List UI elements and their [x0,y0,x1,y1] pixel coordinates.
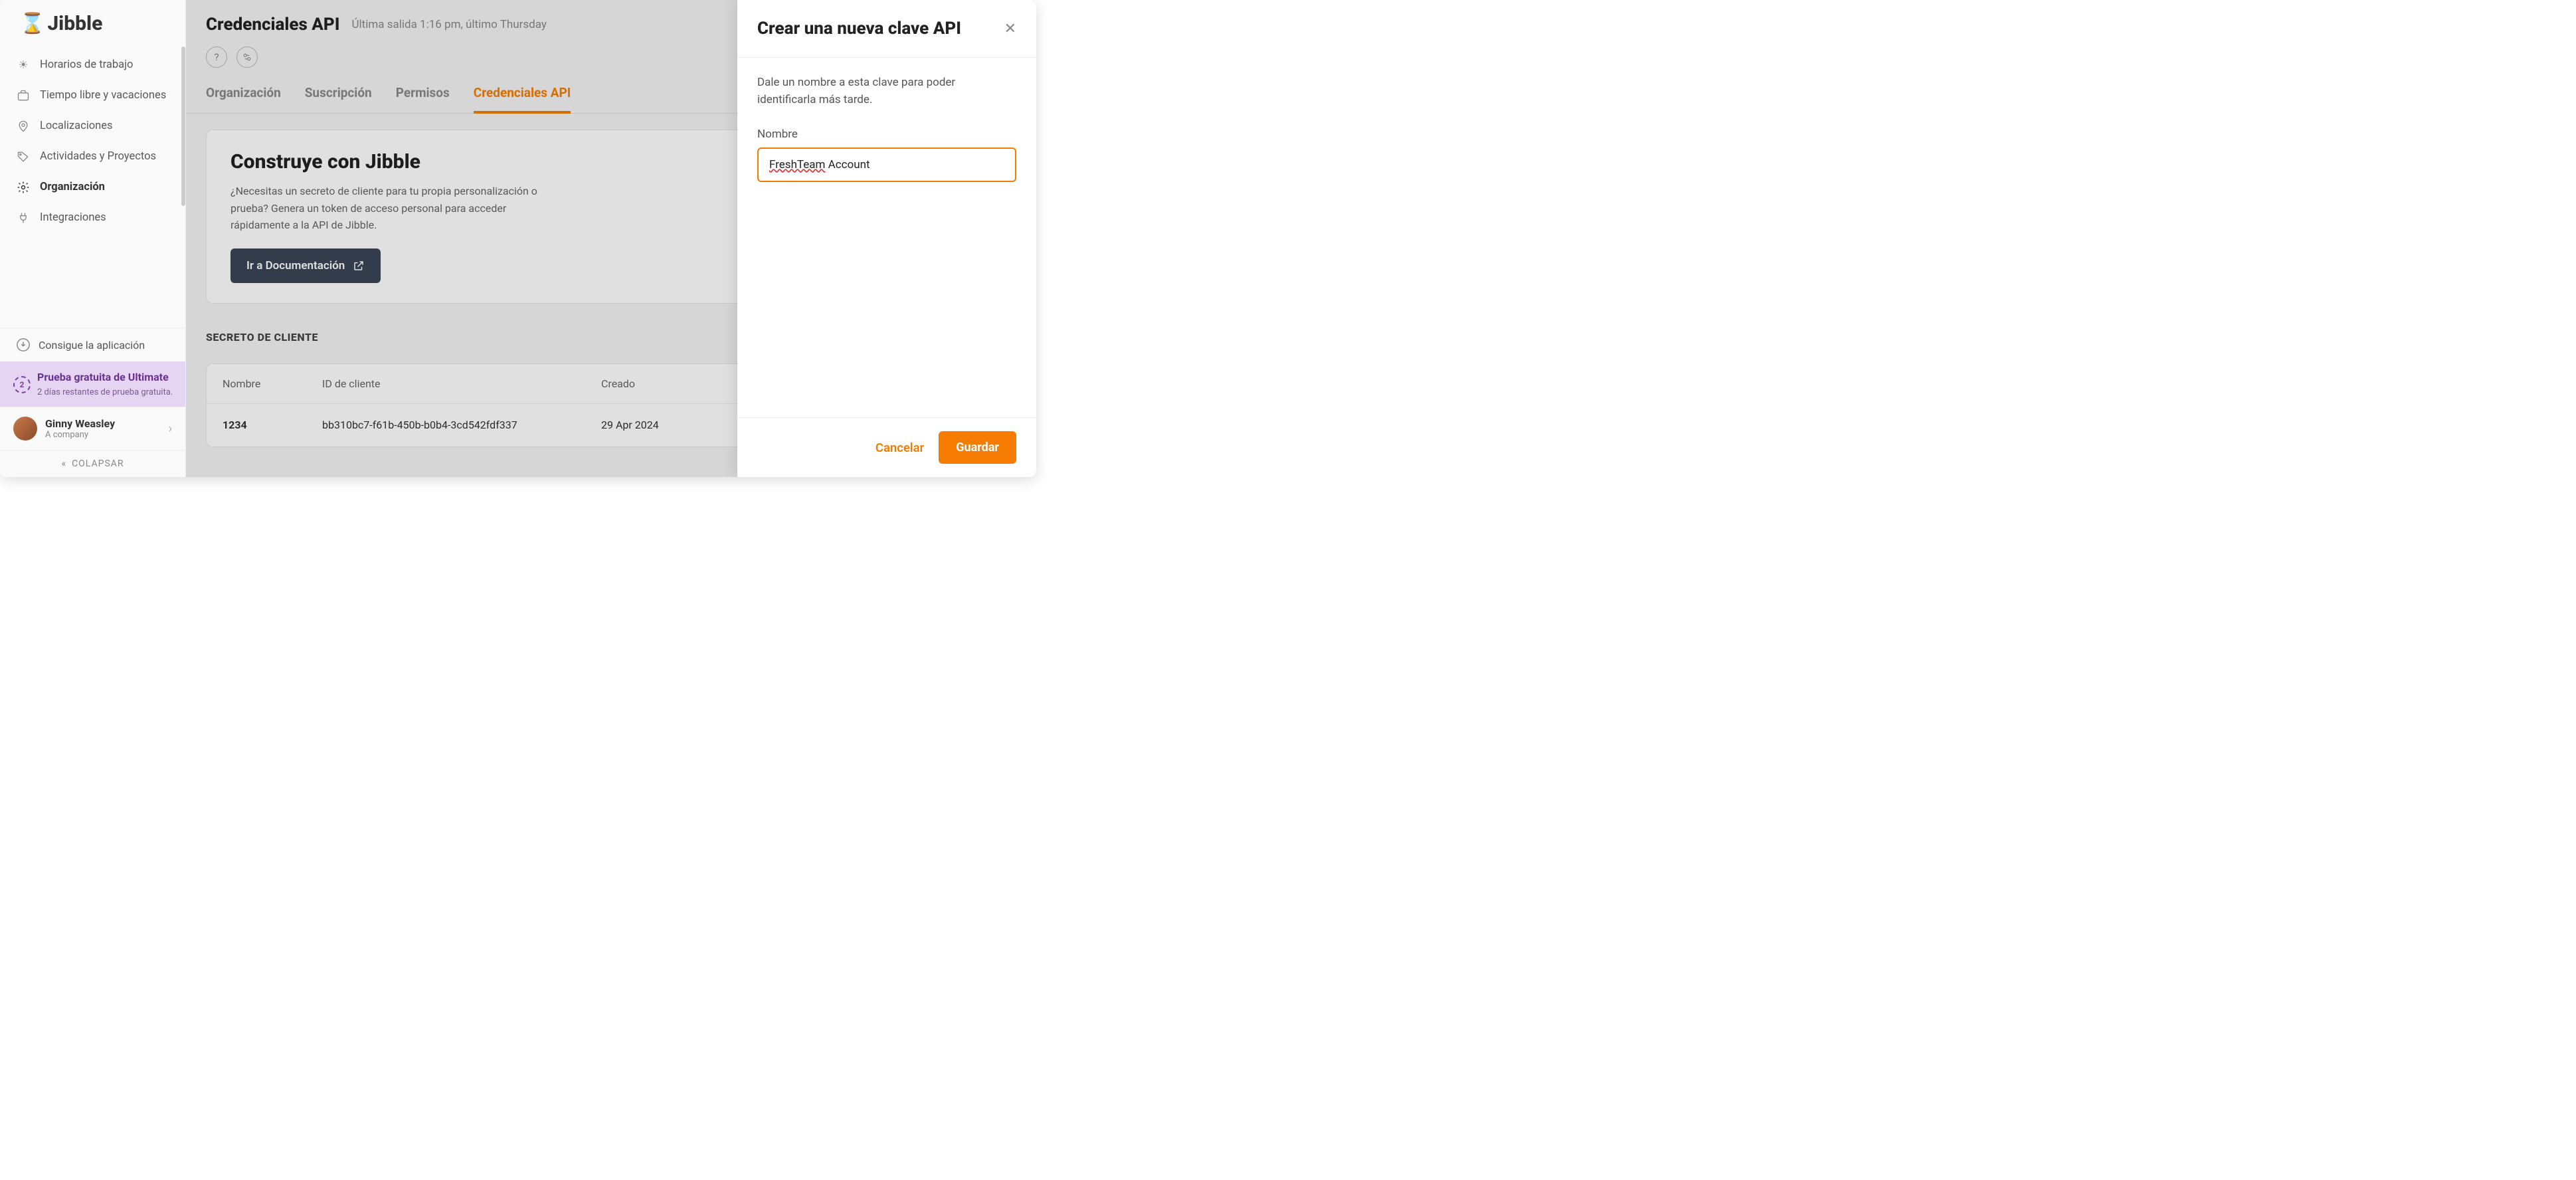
trial-title: Prueba gratuita de Ultimate [37,371,173,385]
name-input[interactable]: FreshTeam Account [757,148,1016,182]
panel-description: Dale un nombre a esta clave para poder i… [757,74,1016,109]
save-button[interactable]: Guardar [939,431,1016,464]
get-app-label: Consigue la aplicación [39,339,145,351]
collapse-label: COLAPSAR [72,458,124,469]
sidebar-item-activities[interactable]: Actividades y Proyectos [0,142,185,172]
sidebar-item-locations[interactable]: Localizaciones [0,111,185,142]
create-api-key-panel: Crear una nueva clave API ✕ Dale un nomb… [737,0,1036,477]
chevron-double-left-icon: « [61,458,66,469]
chevron-right-icon: › [169,422,172,436]
collapse-sidebar[interactable]: « COLAPSAR [0,450,185,477]
panel-title: Crear una nueva clave API [757,19,961,39]
scrollbar-thumb[interactable] [181,47,185,206]
sidebar-item-integrations[interactable]: Integraciones [0,203,185,233]
trial-banner[interactable]: 2 Prueba gratuita de Ultimate 2 días res… [0,361,185,407]
brand-name: Jibble [47,12,102,35]
download-icon [16,338,31,352]
user-name: Ginny Weasley [45,417,161,430]
sidebar-item-work-schedules[interactable]: ☀ Horarios de trabajo [0,50,185,80]
avatar [13,417,37,441]
cancel-button[interactable]: Cancelar [875,441,924,455]
sidebar-nav: ☀ Horarios de trabajo Tiempo libre y vac… [0,47,185,328]
logo[interactable]: ⌛Jibble [0,0,185,47]
close-icon[interactable]: ✕ [1004,21,1016,37]
name-field-label: Nombre [757,128,1016,141]
briefcase-icon [16,88,31,103]
logo-icon: ⌛ [20,12,45,35]
plug-icon [16,211,31,225]
trial-days-badge: 2 [13,376,31,393]
sidebar: ⌛Jibble ☀ Horarios de trabajo Tiempo lib… [0,0,186,477]
sidebar-item-organization[interactable]: Organización [0,172,185,203]
tag-icon [16,149,31,164]
user-menu[interactable]: Ginny Weasley A company › [0,407,185,450]
trial-subtitle: 2 días restantes de prueba gratuita. [37,387,173,397]
pin-icon [16,119,31,134]
user-company: A company [45,430,161,440]
sidebar-item-time-off[interactable]: Tiempo libre y vacaciones [0,80,185,111]
get-app-link[interactable]: Consigue la aplicación [0,328,185,361]
sun-icon: ☀ [16,58,31,72]
gear-icon [16,180,31,195]
